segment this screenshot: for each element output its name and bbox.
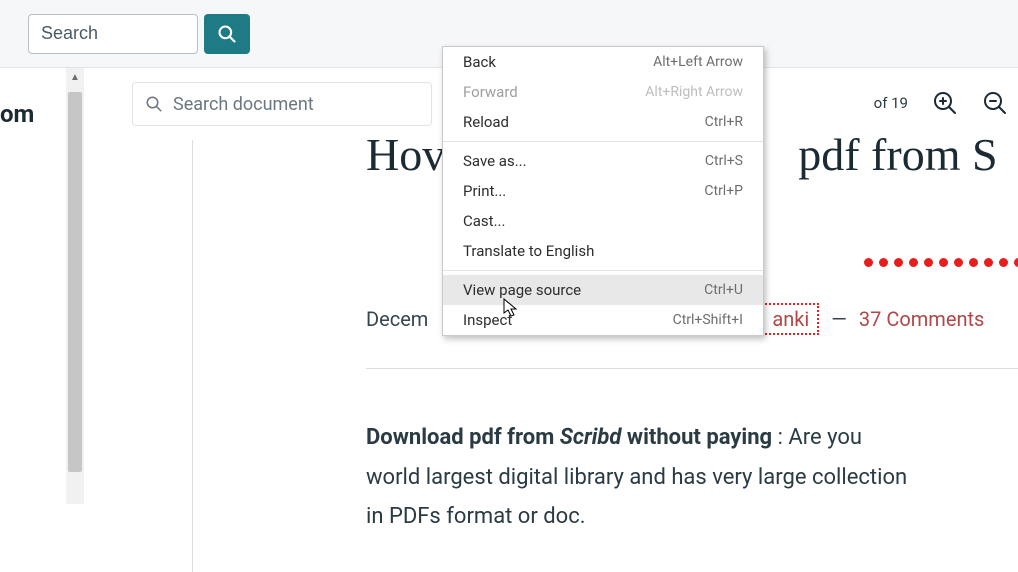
scroll-thumb[interactable] — [68, 92, 82, 472]
ctx-shortcut: Ctrl+Shift+I — [673, 312, 743, 328]
ctx-label: Reload — [463, 113, 509, 131]
ctx-view-source[interactable]: View page source Ctrl+U — [443, 275, 763, 305]
ctx-label: Print... — [463, 182, 506, 200]
title-left-fragment: Hov — [366, 129, 445, 180]
search-icon — [145, 95, 163, 113]
ctx-inspect[interactable]: Inspect Ctrl+Shift+I — [443, 305, 763, 335]
article-body: Download pdf from Scribd without paying … — [366, 418, 1018, 537]
body-rest1: : Are you — [772, 425, 862, 450]
ctx-label: Forward — [463, 83, 518, 101]
meta-separator: — — [831, 307, 847, 331]
body-line3: in PDFs format or doc. — [366, 497, 1018, 537]
page-indicator: of 19 — [874, 94, 908, 112]
comments-link[interactable]: 37 Comments — [859, 307, 984, 331]
ctx-save-as[interactable]: Save as... Ctrl+S — [443, 146, 763, 176]
ctx-shortcut: Ctrl+S — [705, 153, 743, 169]
body-lead: Download pdf from — [366, 425, 560, 450]
document-search-input[interactable]: Search document — [132, 82, 432, 126]
ctx-shortcut: Alt+Right Arrow — [645, 84, 743, 100]
horizontal-rule — [366, 368, 1018, 369]
ctx-translate[interactable]: Translate to English — [443, 236, 763, 266]
ctx-shortcut: Ctrl+R — [705, 114, 743, 130]
ctx-shortcut: Ctrl+P — [704, 183, 743, 199]
scroll-up-arrow[interactable]: ▲ — [66, 68, 84, 86]
title-right-fragment: pdf from S — [798, 129, 997, 180]
ctx-shortcut: Ctrl+U — [704, 282, 743, 298]
ctx-label: Cast... — [463, 212, 505, 230]
ctx-separator — [443, 270, 763, 271]
site-title-fragment: om — [0, 100, 34, 128]
ctx-label: Save as... — [463, 152, 527, 170]
global-search-input[interactable] — [28, 14, 198, 54]
document-search-placeholder: Search document — [173, 94, 314, 115]
article-date: Decem — [366, 307, 428, 331]
ctx-label: Back — [463, 53, 496, 71]
article-author-link[interactable]: anki — [762, 303, 819, 335]
ctx-cast[interactable]: Cast... — [443, 206, 763, 236]
ctx-print[interactable]: Print... Ctrl+P — [443, 176, 763, 206]
context-menu: Back Alt+Left Arrow Forward Alt+Right Ar… — [442, 46, 764, 336]
ctx-label: View page source — [463, 281, 581, 299]
ctx-label: Translate to English — [463, 242, 594, 260]
decorative-dots-horizontal — [864, 258, 1018, 267]
body-line2: world largest digital library and has ve… — [366, 458, 1018, 498]
ctx-label: Inspect — [463, 311, 512, 329]
page-edge — [192, 140, 193, 572]
ctx-reload[interactable]: Reload Ctrl+R — [443, 107, 763, 137]
global-search-button[interactable] — [204, 14, 250, 54]
body-brand: Scribd — [560, 425, 622, 450]
zoom-in-icon — [933, 91, 957, 115]
zoom-out-icon — [983, 91, 1007, 115]
ctx-forward: Forward Alt+Right Arrow — [443, 77, 763, 107]
body-lead2: without paying — [621, 425, 772, 450]
search-icon — [217, 24, 237, 44]
global-search — [28, 14, 250, 54]
zoom-out-button[interactable] — [980, 88, 1010, 118]
vertical-scrollbar[interactable]: ▲ — [66, 68, 84, 504]
ctx-shortcut: Alt+Left Arrow — [653, 54, 743, 70]
zoom-in-button[interactable] — [930, 88, 960, 118]
ctx-separator — [443, 141, 763, 142]
ctx-back[interactable]: Back Alt+Left Arrow — [443, 47, 763, 77]
